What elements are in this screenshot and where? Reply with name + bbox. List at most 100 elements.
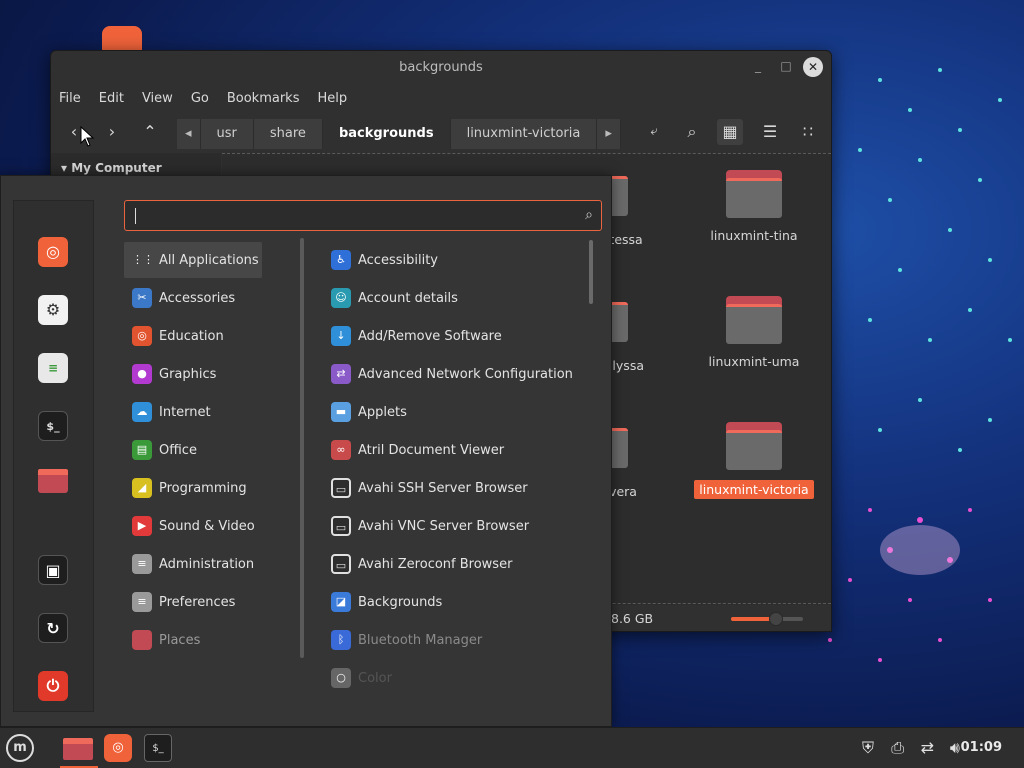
category-item[interactable]: ▶ Sound & Video bbox=[124, 508, 294, 544]
category-item[interactable]: ◢ Programming bbox=[124, 470, 294, 506]
crumb-share[interactable]: share bbox=[253, 119, 323, 149]
crumb-backgrounds[interactable]: backgrounds bbox=[322, 119, 451, 149]
category-item[interactable]: ≡ Administration bbox=[124, 546, 294, 582]
app-item[interactable]: ◪ Backgrounds bbox=[323, 584, 585, 620]
app-label: Account details bbox=[358, 290, 458, 306]
titlebar[interactable]: backgrounds _ □ ✕ bbox=[51, 51, 831, 83]
app-item[interactable]: ∞ Atril Document Viewer bbox=[323, 432, 585, 468]
category-item[interactable]: ✂ Accessories bbox=[124, 280, 294, 316]
app-label: Backgrounds bbox=[358, 594, 443, 610]
terminal-taskbar-icon[interactable]: $_ bbox=[144, 734, 172, 762]
search-icon[interactable]: ⌕ bbox=[679, 119, 705, 145]
terminal-icon[interactable]: $_ bbox=[38, 411, 68, 441]
up-arrow-icon[interactable]: ⌃ bbox=[137, 119, 163, 145]
menu-edit[interactable]: Edit bbox=[99, 91, 132, 106]
menu-file[interactable]: File bbox=[59, 91, 89, 106]
app-item[interactable]: ▭ Avahi VNC Server Browser bbox=[323, 508, 585, 544]
app-label: Avahi VNC Server Browser bbox=[358, 518, 530, 534]
breadcrumb-left-arrow[interactable]: ◂ bbox=[177, 119, 201, 149]
breadcrumb: ◂ usr share backgrounds linuxmint-victor… bbox=[177, 119, 621, 149]
accessibility-icon: ♿ bbox=[331, 250, 351, 270]
menubar: File Edit View Go Bookmarks Help bbox=[51, 83, 831, 113]
app-item[interactable]: ▭ Avahi SSH Server Browser bbox=[323, 470, 585, 506]
app-item[interactable]: ▬ Applets bbox=[323, 394, 585, 430]
account-icon: ☺ bbox=[331, 288, 351, 308]
category-label: Programming bbox=[159, 480, 247, 496]
menu-search[interactable]: ⌕ bbox=[124, 200, 602, 231]
grid-icon: ⋮⋮ bbox=[132, 250, 154, 270]
category-item[interactable]: ≡ Preferences bbox=[124, 584, 294, 620]
clock[interactable]: 01:09 bbox=[961, 740, 1002, 755]
firefox-taskbar-icon[interactable]: ◎ bbox=[104, 734, 132, 762]
zoom-slider-handle[interactable] bbox=[768, 612, 783, 626]
lock-icon[interactable]: ▣ bbox=[38, 555, 68, 585]
category-label: Administration bbox=[159, 556, 255, 572]
category-item[interactable]: ⋮⋮ All Applications bbox=[124, 242, 262, 278]
menu-bookmarks[interactable]: Bookmarks bbox=[227, 91, 308, 106]
menu-help[interactable]: Help bbox=[317, 91, 355, 106]
app-item[interactable]: ▭ Avahi Zeroconf Browser bbox=[323, 546, 585, 582]
search-icon[interactable]: ⌕ bbox=[585, 207, 593, 223]
compact-view-icon[interactable]: ∷ bbox=[795, 119, 821, 145]
play-icon: ▶ bbox=[132, 516, 152, 536]
admin-icon: ≡ bbox=[132, 554, 152, 574]
app-item[interactable]: ↓ Add/Remove Software bbox=[323, 318, 585, 354]
mint-menu-icon[interactable]: m bbox=[6, 734, 34, 762]
app-label: Avahi SSH Server Browser bbox=[358, 480, 528, 496]
app-label: Add/Remove Software bbox=[358, 328, 502, 344]
volume-icon[interactable]: 🔊︎ bbox=[950, 738, 960, 758]
logout-icon[interactable]: ↻ bbox=[38, 613, 68, 643]
office-icon: ▤ bbox=[132, 440, 152, 460]
app-label: Atril Document Viewer bbox=[358, 442, 505, 458]
folder-label: linuxmint-tina bbox=[710, 228, 798, 243]
app-item[interactable]: ○ Color bbox=[323, 660, 585, 690]
folder-icon bbox=[726, 422, 782, 470]
category-item[interactable]: Places bbox=[124, 622, 294, 658]
download-icon: ↓ bbox=[331, 326, 351, 346]
settings-icon[interactable]: ⚙ bbox=[38, 295, 68, 325]
pane-divider bbox=[300, 238, 304, 658]
list-view-icon[interactable]: ☰ bbox=[757, 119, 783, 145]
category-item[interactable]: ▤ Office bbox=[124, 432, 294, 468]
minimize-button[interactable]: _ bbox=[749, 57, 767, 75]
category-item[interactable]: ● Graphics bbox=[124, 356, 294, 392]
category-label: Sound & Video bbox=[159, 518, 255, 534]
folder-item-selected[interactable]: linuxmint-victoria bbox=[691, 422, 817, 499]
maximize-button[interactable]: □ bbox=[777, 57, 795, 75]
category-item[interactable]: ☁ Internet bbox=[124, 394, 294, 430]
search-input[interactable] bbox=[133, 205, 573, 227]
category-item[interactable]: ◎ Education bbox=[124, 318, 294, 354]
crumb-usr[interactable]: usr bbox=[200, 119, 254, 149]
location-toggle-icon[interactable]: ⤶ bbox=[641, 119, 667, 145]
icon-view-icon[interactable]: ▦ bbox=[717, 119, 743, 145]
printer-icon[interactable]: ⎙ bbox=[891, 738, 904, 758]
app-list-scrollbar[interactable] bbox=[589, 240, 593, 304]
forward-arrow-icon[interactable]: › bbox=[99, 119, 125, 145]
folder-item[interactable]: linuxmint-tina bbox=[699, 170, 809, 243]
breadcrumb-right-arrow[interactable]: ▸ bbox=[597, 119, 621, 149]
mouse-pointer bbox=[80, 126, 95, 147]
files-taskbar-icon[interactable] bbox=[63, 738, 93, 760]
toggles-icon[interactable]: ≡ bbox=[38, 353, 68, 383]
crumb-linuxmint-victoria[interactable]: linuxmint-victoria bbox=[450, 119, 598, 149]
folder-icon bbox=[726, 296, 782, 344]
folder-icon[interactable] bbox=[38, 469, 68, 493]
sidebar-heading: My Computer bbox=[71, 161, 162, 175]
close-button[interactable]: ✕ bbox=[803, 57, 823, 77]
app-item[interactable]: ♿ Accessibility bbox=[323, 242, 585, 278]
app-item[interactable]: ᛒ Bluetooth Manager bbox=[323, 622, 585, 658]
firefox-icon[interactable]: ◎ bbox=[38, 237, 68, 267]
monitor-icon: ▭ bbox=[331, 478, 351, 498]
zoom-slider[interactable] bbox=[731, 612, 803, 626]
scissors-icon: ✂ bbox=[132, 288, 152, 308]
app-item[interactable]: ☺ Account details bbox=[323, 280, 585, 316]
app-label: Avahi Zeroconf Browser bbox=[358, 556, 513, 572]
application-menu: ◎ ⚙ ≡ $_ ▣ ↻ ⏻ ⌕ ⋮⋮ All Applications ✂ Acce… bbox=[0, 175, 612, 727]
power-icon[interactable]: ⏻ bbox=[38, 671, 68, 701]
folder-item[interactable]: linuxmint-uma bbox=[699, 296, 809, 369]
network-icon[interactable]: ⇄ bbox=[921, 738, 934, 757]
app-item[interactable]: ⇄ Advanced Network Configuration bbox=[323, 356, 585, 392]
shield-icon[interactable]: ⛨ bbox=[862, 738, 874, 758]
menu-view[interactable]: View bbox=[142, 91, 181, 106]
menu-go[interactable]: Go bbox=[191, 91, 217, 106]
